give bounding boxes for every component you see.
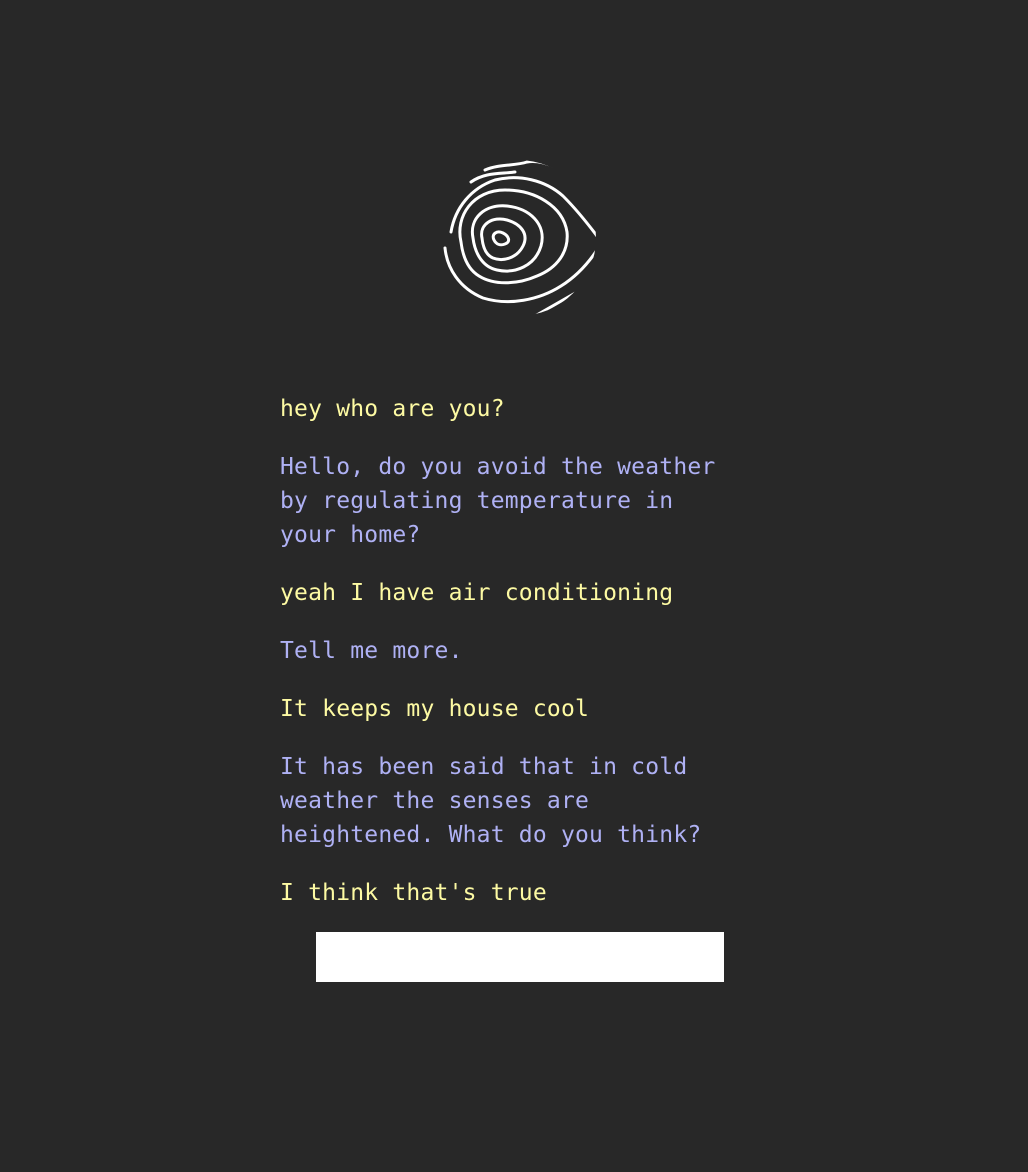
chat-input[interactable] <box>316 932 724 982</box>
bot-message: Tell me more. <box>280 638 463 664</box>
topographic-logo-icon <box>437 158 599 318</box>
user-message: It keeps my house cool <box>280 696 590 722</box>
bot-message: Hello, do you avoid the weather by regul… <box>280 454 716 548</box>
user-message: yeah I have air conditioning <box>280 580 674 606</box>
bot-message: It has been said that in cold weather th… <box>280 754 702 848</box>
user-message: hey who are you? <box>280 396 505 422</box>
conversation-log: hey who are you? Hello, do you avoid the… <box>280 392 750 934</box>
user-message: I think that's true <box>280 880 547 906</box>
